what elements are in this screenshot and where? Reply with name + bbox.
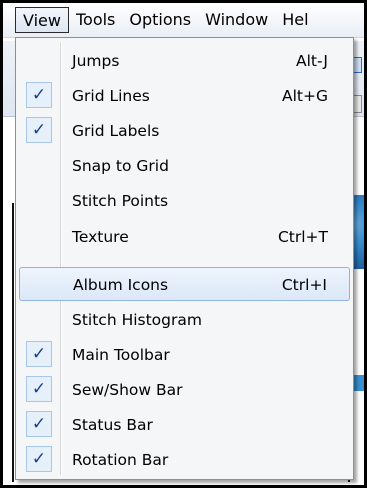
menu-item-label: Jumps xyxy=(72,52,120,70)
view-dropdown-menu: Jumps Alt-J ✓ Grid Lines Alt+G ✓ Grid La… xyxy=(15,37,354,480)
menu-item-label: Texture xyxy=(72,228,129,246)
menu-item-label: Stitch Points xyxy=(72,192,169,210)
checkmark-icon: ✓ xyxy=(26,82,52,108)
menu-item-label: Stitch Histogram xyxy=(72,311,202,329)
menu-item-snap-to-grid[interactable]: Snap to Grid xyxy=(19,149,350,183)
menu-options[interactable]: Options xyxy=(122,7,198,33)
menu-item-stitch-points[interactable]: Stitch Points xyxy=(19,184,350,218)
menu-item-label: Main Toolbar xyxy=(72,346,170,364)
menu-item-label: Rotation Bar xyxy=(72,451,169,469)
checkmark-icon: ✓ xyxy=(26,341,52,367)
menu-view[interactable]: View xyxy=(15,7,69,33)
canvas-border-left xyxy=(12,203,14,482)
checkmark-icon: ✓ xyxy=(26,446,52,472)
menu-item-label: Status Bar xyxy=(72,416,153,434)
menu-item-label: Grid Lines xyxy=(72,87,150,105)
menu-item-status-bar[interactable]: ✓ Status Bar xyxy=(19,408,350,442)
menu-item-rotation-bar[interactable]: ✓ Rotation Bar xyxy=(19,443,350,477)
menu-item-label: Sew/Show Bar xyxy=(72,381,183,399)
menu-item-label: Album Icons xyxy=(73,276,169,294)
menu-item-main-toolbar[interactable]: ✓ Main Toolbar xyxy=(19,338,350,372)
menu-item-sew-show-bar[interactable]: ✓ Sew/Show Bar xyxy=(19,373,350,407)
menu-item-jumps[interactable]: Jumps Alt-J xyxy=(19,44,350,78)
menu-bar: View Tools Options Window Hel xyxy=(3,3,364,38)
menu-item-stitch-histogram[interactable]: Stitch Histogram xyxy=(19,303,350,337)
menu-item-grid-lines[interactable]: ✓ Grid Lines Alt+G xyxy=(19,79,350,113)
menu-item-label: Snap to Grid xyxy=(72,157,169,175)
checkmark-icon: ✓ xyxy=(26,411,52,437)
menu-item-grid-labels[interactable]: ✓ Grid Labels xyxy=(19,114,350,148)
menu-item-texture[interactable]: Texture Ctrl+T xyxy=(19,220,350,254)
checkmark-icon: ✓ xyxy=(26,117,52,143)
menu-item-shortcut: Ctrl+I xyxy=(281,276,327,294)
menu-item-label: Grid Labels xyxy=(72,122,160,140)
menu-item-album-icons[interactable]: Album Icons Ctrl+I xyxy=(19,267,350,301)
menu-tools[interactable]: Tools xyxy=(69,7,122,33)
menu-item-shortcut: Alt+G xyxy=(282,87,328,105)
checkmark-icon: ✓ xyxy=(26,376,52,402)
menu-item-shortcut: Alt-J xyxy=(295,52,328,70)
menu-item-shortcut: Ctrl+T xyxy=(277,228,328,246)
menu-window[interactable]: Window xyxy=(198,7,275,33)
menu-help[interactable]: Hel xyxy=(275,7,315,33)
